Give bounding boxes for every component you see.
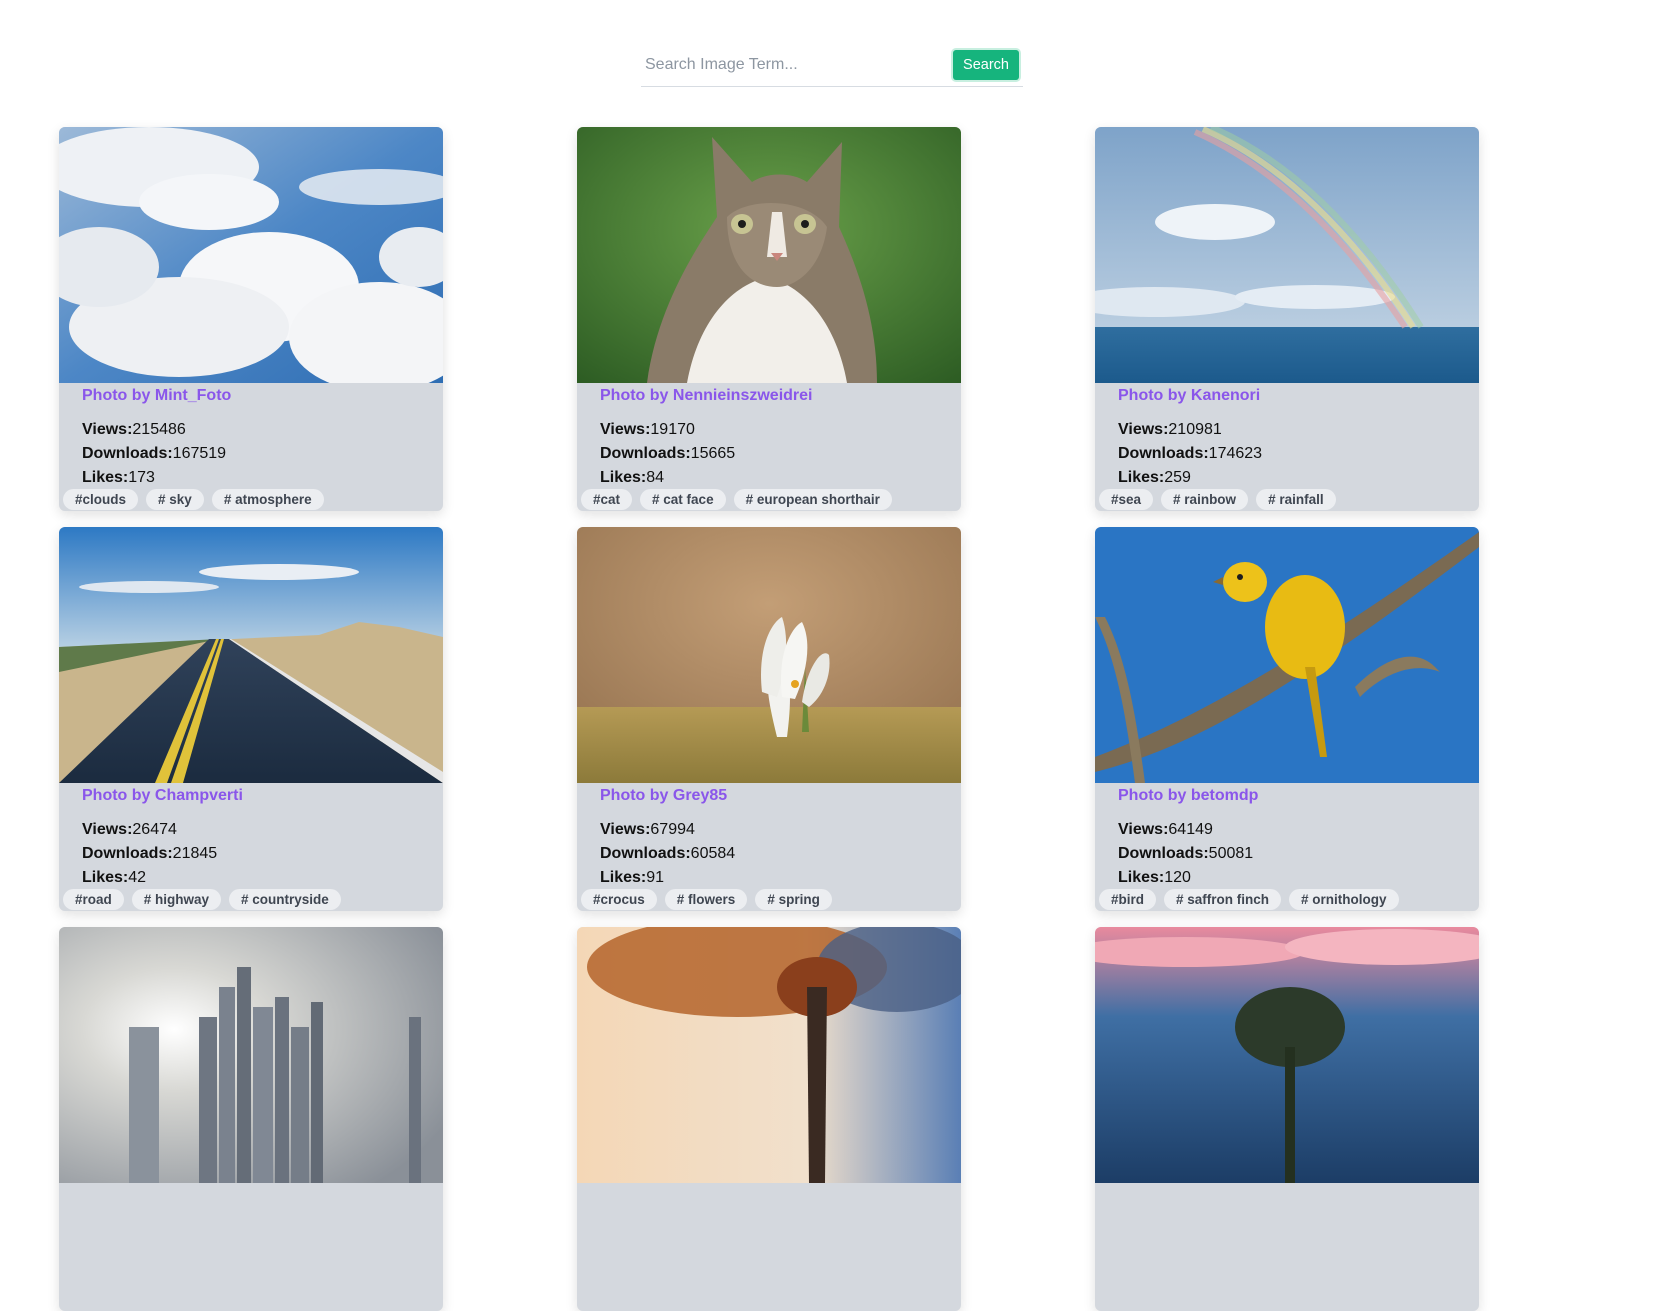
tag[interactable]: #cat (581, 489, 633, 510)
image-card (577, 927, 961, 1311)
search-button[interactable]: Search (953, 49, 1019, 80)
tag[interactable]: # saffron finch (1164, 889, 1282, 910)
tag[interactable]: # rainfall (1256, 489, 1336, 510)
image-card: Photo by Kanenori Views:210981 Downloads… (1095, 127, 1479, 511)
search-input[interactable] (641, 49, 945, 80)
rainbow-sea-photo[interactable] (1095, 127, 1479, 383)
image-card: Photo by Nennieinszweidrei Views:19170 D… (577, 127, 961, 511)
views-stat: Views:215486 (82, 421, 186, 438)
likes-stat: Likes:84 (600, 469, 665, 486)
tag-list: #road # highway # countryside (63, 889, 341, 910)
image-card (1095, 927, 1479, 1311)
tag-list: #crocus # flowers # spring (581, 889, 832, 910)
photo-credit[interactable]: Photo by Mint_Foto (82, 387, 443, 405)
tag[interactable]: # rainbow (1161, 489, 1249, 510)
image-card: Photo by Grey85 Views:67994 Downloads:60… (577, 527, 961, 911)
tag[interactable]: # countryside (229, 889, 341, 910)
tag[interactable]: # european shorthair (733, 489, 892, 510)
clouds-sky-photo[interactable] (59, 127, 443, 383)
downloads-stat: Downloads:167519 (82, 445, 227, 462)
tag-list: #clouds # sky # atmosphere (63, 489, 324, 510)
sunset-tree-photo[interactable] (1095, 927, 1479, 1183)
image-grid: Photo by Mint_Foto Views:215486 Download… (59, 127, 1479, 1311)
views-stat: Views:26474 (82, 821, 177, 838)
image-card: Photo by Champverti Views:26474 Download… (59, 527, 443, 911)
likes-stat: Likes:42 (82, 869, 147, 886)
photo-credit[interactable]: Photo by Champverti (82, 787, 443, 805)
downloads-stat: Downloads:15665 (600, 445, 736, 462)
photo-credit[interactable]: Photo by Nennieinszweidrei (600, 387, 961, 405)
city-skyline-photo[interactable] (59, 927, 443, 1183)
photo-credit[interactable]: Photo by Kanenori (1118, 387, 1479, 405)
downloads-stat: Downloads:50081 (1118, 845, 1254, 862)
likes-stat: Likes:91 (600, 869, 665, 886)
tag-list: #sea # rainbow # rainfall (1099, 489, 1336, 510)
cat-photo[interactable] (577, 127, 961, 383)
downloads-stat: Downloads:174623 (1118, 445, 1263, 462)
tag[interactable]: # spring (755, 889, 832, 910)
bird-photo[interactable] (1095, 527, 1479, 783)
downloads-stat: Downloads:21845 (82, 845, 218, 862)
crocus-photo[interactable] (577, 527, 961, 783)
image-card: Photo by Mint_Foto Views:215486 Download… (59, 127, 443, 511)
tag[interactable]: #bird (1099, 889, 1157, 910)
downloads-stat: Downloads:60584 (600, 845, 736, 862)
views-stat: Views:67994 (600, 821, 695, 838)
tag-list: #bird # saffron finch # ornithology (1099, 889, 1399, 910)
search-bar: Search (641, 43, 1023, 87)
tag-list: #cat # cat face # european shorthair (581, 489, 892, 510)
tag[interactable]: # highway (131, 889, 222, 910)
photo-credit[interactable]: Photo by betomdp (1118, 787, 1479, 805)
tag[interactable]: #crocus (581, 889, 657, 910)
views-stat: Views:210981 (1118, 421, 1222, 438)
views-stat: Views:64149 (1118, 821, 1213, 838)
tag[interactable]: # cat face (640, 489, 726, 510)
image-card (59, 927, 443, 1311)
tag[interactable]: # sky (146, 489, 204, 510)
tag[interactable]: # ornithology (1289, 889, 1399, 910)
tag[interactable]: #sea (1099, 489, 1154, 510)
highway-photo[interactable] (59, 527, 443, 783)
photo-credit[interactable]: Photo by Grey85 (600, 787, 961, 805)
tag[interactable]: #clouds (63, 489, 139, 510)
image-card: Photo by betomdp Views:64149 Downloads:5… (1095, 527, 1479, 911)
likes-stat: Likes:173 (82, 469, 155, 486)
likes-stat: Likes:120 (1118, 869, 1191, 886)
tag[interactable]: # flowers (664, 889, 748, 910)
likes-stat: Likes:259 (1118, 469, 1191, 486)
views-stat: Views:19170 (600, 421, 695, 438)
tag[interactable]: #road (63, 889, 124, 910)
autumn-tree-photo[interactable] (577, 927, 961, 1183)
tag[interactable]: # atmosphere (211, 489, 324, 510)
